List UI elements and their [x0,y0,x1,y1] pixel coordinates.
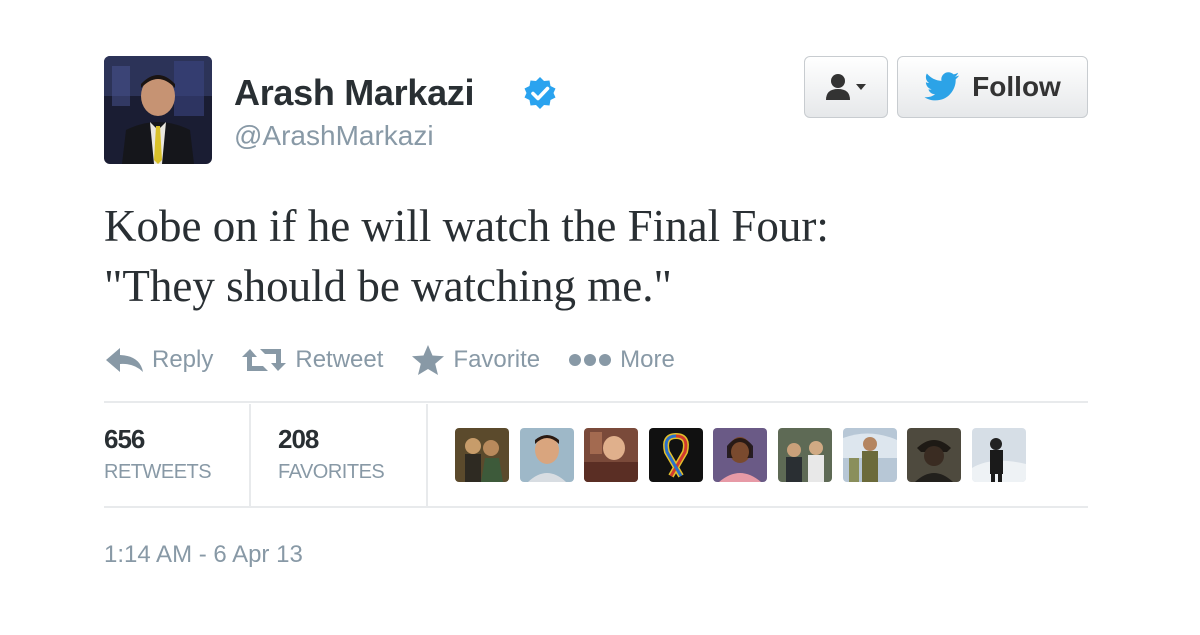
favorite-count-stat[interactable]: 208 FAVORITES [278,424,385,484]
follow-button[interactable]: Follow [897,56,1088,118]
stats-divider-2 [426,404,428,506]
star-icon [412,345,445,375]
verified-badge-icon [524,77,556,109]
user-avatar[interactable] [104,56,212,164]
user-dropdown-icon [826,74,866,100]
more-action[interactable]: More [568,346,675,374]
more-dots-icon [569,354,612,366]
reply-label: Reply [152,346,214,373]
tweet-timestamp[interactable]: 1:14 AM - 6 Apr 13 [104,541,303,569]
tweet-text: Kobe on if he will watch the Final Four:… [104,196,1104,316]
retweet-action[interactable]: Retweet [241,345,383,375]
favoriter-avatar[interactable] [713,428,768,482]
favoriter-avatar[interactable] [519,428,574,482]
reply-icon [106,348,143,372]
favorite-count: 208 [278,424,319,454]
favoriter-avatar[interactable] [907,428,962,482]
more-label: More [620,346,675,373]
favorite-action[interactable]: Favorite [411,344,540,376]
stats-divider-1 [249,404,251,506]
retweet-icon [242,349,287,371]
retweet-count: 656 [104,424,145,454]
favoriter-avatar[interactable] [971,428,1026,482]
favorite-label: Favorite [453,346,541,373]
retweet-count-label: RETWEETS [104,461,212,483]
reply-action[interactable]: Reply [104,346,213,374]
tweet-text-line-1: Kobe on if he will watch the Final Four: [104,201,829,251]
user-handle[interactable]: @ArashMarkazi [234,120,434,152]
retweet-count-stat[interactable]: 656 RETWEETS [104,424,212,484]
user-actions-dropdown-button[interactable] [804,56,888,118]
favorite-count-label: FAVORITES [278,461,385,483]
favoriter-avatar[interactable] [777,428,832,482]
follow-button-label: Follow [972,71,1061,102]
tweet-stats: 656 RETWEETS 208 FAVORITES [104,404,1088,506]
tweet-actions: Reply Retweet Favorite More [104,338,703,382]
favoriters-avatars [455,428,1036,482]
twitter-bird-icon [924,72,960,101]
favoriter-avatar[interactable] [842,428,897,482]
retweet-label: Retweet [295,346,384,373]
tweet-text-line-2: "They should be watching me." [104,261,672,311]
favoriter-avatar[interactable] [455,428,509,482]
user-display-name[interactable]: Arash Markazi [234,72,475,114]
divider-bottom [104,506,1088,508]
divider-top [104,401,1088,403]
favoriter-avatar[interactable] [584,428,639,482]
favoriter-avatar[interactable] [648,428,703,482]
